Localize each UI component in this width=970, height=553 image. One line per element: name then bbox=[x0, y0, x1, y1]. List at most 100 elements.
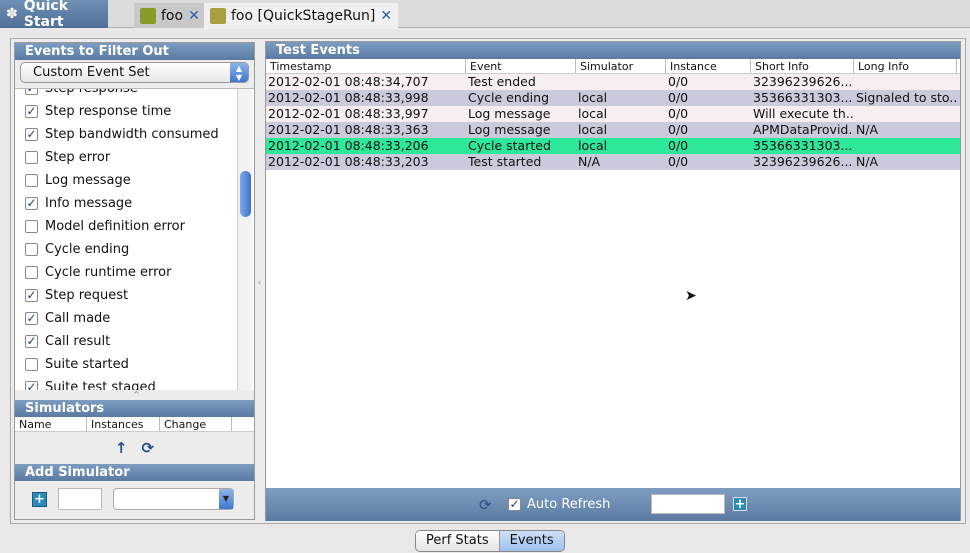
table-cell: N/A bbox=[856, 154, 879, 169]
filter-item[interactable]: ✓ Suite test staged bbox=[25, 377, 156, 390]
table-cell bbox=[854, 138, 957, 154]
splitter-handle[interactable]: ^ bbox=[133, 390, 140, 399]
table-cell: 32396239626... bbox=[753, 74, 853, 89]
checkbox[interactable] bbox=[25, 242, 38, 256]
refresh-interval-input[interactable] bbox=[651, 494, 725, 514]
table-row[interactable]: 2012-02-01 08:48:34,707 Test ended 0/0 3239… bbox=[266, 74, 960, 90]
event-filter-list: ✓ Step response ✓ Step response time ✓ Step b… bbox=[15, 88, 254, 390]
column-header[interactable]: Short Info bbox=[751, 59, 854, 73]
table-cell: 2012-02-01 08:48:33,363 bbox=[268, 122, 429, 137]
checkbox[interactable] bbox=[25, 173, 38, 187]
col-instances[interactable]: Instances bbox=[87, 417, 160, 431]
tab-perf-stats[interactable]: Perf Stats bbox=[416, 531, 500, 551]
instance-count-input[interactable] bbox=[58, 488, 102, 510]
table-cell: local bbox=[578, 106, 608, 121]
add-icon[interactable]: + bbox=[32, 492, 47, 507]
table-cell: Log message bbox=[468, 106, 551, 121]
filter-item[interactable]: Suite started bbox=[25, 354, 129, 374]
filter-item-label: Suite test staged bbox=[45, 379, 156, 391]
splitter-handle[interactable]: ‹ bbox=[258, 278, 261, 287]
tab-foo[interactable]: foo ✕ bbox=[134, 3, 206, 28]
table-row[interactable]: 2012-02-01 08:48:33,997 Log message local 0… bbox=[266, 106, 960, 122]
updown-arrow-icon: ▲ ▼ bbox=[230, 63, 248, 82]
tab-label: Quick Start bbox=[23, 0, 69, 30]
checkbox[interactable]: ✓ bbox=[25, 89, 38, 95]
table-cell: 0/0 bbox=[668, 138, 689, 153]
refresh-icon[interactable]: ⟳ bbox=[142, 439, 155, 457]
filter-item-label: Cycle runtime error bbox=[45, 264, 172, 280]
table-cell: 2012-02-01 08:48:33,997 bbox=[268, 106, 429, 121]
filter-item[interactable]: ✓ Call result bbox=[25, 331, 110, 351]
column-header[interactable]: Event bbox=[466, 59, 576, 73]
table-cell: Cycle started bbox=[468, 138, 551, 153]
table-cell: 0/0 bbox=[668, 90, 689, 105]
table-row[interactable]: 2012-02-01 08:48:33,363 Log message local 0… bbox=[266, 122, 960, 138]
filter-item-label: Info message bbox=[45, 195, 133, 211]
checkbox[interactable]: ✓ bbox=[25, 311, 38, 325]
checkbox[interactable] bbox=[25, 357, 38, 371]
table-cell: local bbox=[578, 90, 608, 105]
col-change[interactable]: Change bbox=[160, 417, 232, 431]
chevron-down-icon: ▼ bbox=[219, 489, 233, 509]
filter-item[interactable]: ✓ Call made bbox=[25, 308, 110, 328]
column-header[interactable]: Timestamp bbox=[266, 59, 466, 73]
filter-item[interactable]: Cycle runtime error bbox=[25, 262, 171, 282]
column-header[interactable]: Long Info bbox=[854, 59, 957, 73]
checkbox[interactable]: ✓ bbox=[25, 104, 38, 118]
filter-item-label: Suite started bbox=[45, 356, 129, 372]
filter-item[interactable]: Model definition error bbox=[25, 216, 185, 236]
event-set-value: Custom Event Set bbox=[33, 65, 150, 80]
filter-title: Events to Filter Out bbox=[15, 43, 254, 60]
add-simulator-title: Add Simulator bbox=[15, 464, 254, 481]
table-row[interactable]: 2012-02-01 08:48:33,206 Cycle started loca… bbox=[266, 138, 960, 154]
checkbox[interactable]: ✓ bbox=[25, 334, 38, 348]
tab-label: foo [QuickStageRun] bbox=[231, 8, 376, 24]
filter-item-label: Step response time bbox=[45, 103, 172, 119]
events-table-body: 2012-02-01 08:48:34,707 Test ended 0/0 3239… bbox=[266, 74, 960, 170]
table-cell: Log message bbox=[468, 122, 551, 137]
table-cell: Will execute th... bbox=[753, 106, 854, 121]
auto-refresh-checkbox[interactable]: ✓ bbox=[508, 498, 521, 511]
project-icon bbox=[140, 7, 156, 24]
checkbox[interactable]: ✓ bbox=[25, 380, 38, 390]
add-icon[interactable]: + bbox=[733, 497, 747, 511]
table-row[interactable]: 2012-02-01 08:48:33,998 Cycle ending local… bbox=[266, 90, 960, 106]
checkbox[interactable] bbox=[25, 150, 38, 164]
tab-foo-quickstagerun[interactable]: foo [QuickStageRun] ✕ bbox=[204, 3, 399, 29]
col-name[interactable]: Name bbox=[15, 417, 87, 431]
scrollbar[interactable] bbox=[237, 89, 252, 390]
tab-quick-start[interactable]: ✽ Quick Start bbox=[0, 0, 108, 30]
arrow-up-icon[interactable]: ↑ bbox=[115, 439, 128, 457]
scrollbar-thumb[interactable] bbox=[240, 171, 251, 217]
filter-item[interactable]: ✓ Step request bbox=[25, 285, 128, 305]
table-cell: Signaled to sto... bbox=[856, 90, 957, 105]
filter-item[interactable]: ✓ Info message bbox=[25, 193, 132, 213]
table-cell bbox=[854, 106, 957, 122]
close-icon[interactable]: ✕ bbox=[188, 8, 200, 24]
checkbox[interactable]: ✓ bbox=[25, 127, 38, 141]
refresh-icon[interactable]: ⟳ bbox=[479, 496, 492, 514]
table-cell: 0/0 bbox=[668, 122, 689, 137]
filter-item[interactable]: Step error bbox=[25, 147, 110, 167]
filter-item[interactable]: ✓ Step response time bbox=[25, 101, 171, 121]
events-toolbar: ⟳ ✓ Auto Refresh + bbox=[266, 488, 960, 521]
auto-refresh-label: Auto Refresh bbox=[527, 497, 611, 512]
filter-item[interactable]: Log message bbox=[25, 170, 131, 190]
column-header[interactable]: Simulator bbox=[576, 59, 666, 73]
filter-item[interactable]: ✓ Step bandwidth consumed bbox=[25, 124, 219, 144]
checkbox[interactable]: ✓ bbox=[25, 196, 38, 210]
table-cell: 2012-02-01 08:48:33,203 bbox=[268, 154, 429, 169]
bottom-tabs: Perf Stats Events bbox=[415, 530, 565, 552]
close-icon[interactable]: ✕ bbox=[380, 8, 392, 24]
simulator-type-select[interactable]: ▼ bbox=[113, 488, 234, 510]
table-row[interactable]: 2012-02-01 08:48:33,203 Test started N/A 0/… bbox=[266, 154, 960, 170]
checkbox[interactable] bbox=[25, 219, 38, 233]
column-header[interactable]: Instance bbox=[666, 59, 751, 73]
tab-events[interactable]: Events bbox=[499, 531, 564, 551]
event-set-select[interactable]: Custom Event Set ▲ ▼ bbox=[20, 62, 249, 83]
filter-item-label: Step response bbox=[45, 88, 138, 96]
filter-item[interactable]: Cycle ending bbox=[25, 239, 129, 259]
checkbox[interactable] bbox=[25, 265, 38, 279]
filter-item[interactable]: ✓ Step response bbox=[25, 88, 138, 98]
checkbox[interactable]: ✓ bbox=[25, 288, 38, 302]
